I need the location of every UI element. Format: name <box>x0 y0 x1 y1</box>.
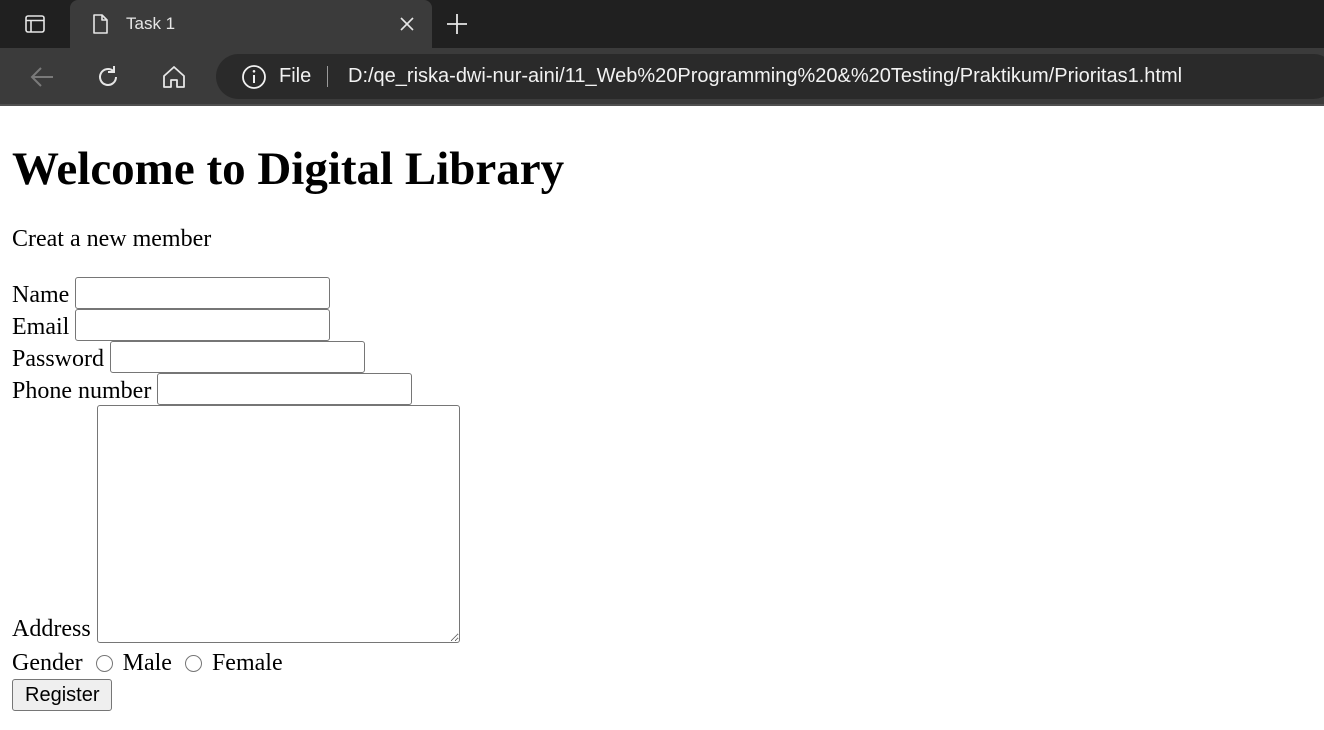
name-input[interactable] <box>75 277 331 309</box>
browser-toolbar: File D:/qe_riska-dwi-nur-aini/11_Web%20P… <box>0 48 1324 105</box>
name-row: Name <box>12 277 331 309</box>
tab-actions-button[interactable] <box>0 0 70 48</box>
intro-text: Creat a new member <box>12 226 212 252</box>
refresh-button[interactable] <box>93 62 123 92</box>
home-button[interactable] <box>159 62 189 92</box>
phone-input[interactable] <box>157 373 413 405</box>
address-row: Address <box>12 405 460 643</box>
email-row: Email <box>12 309 331 341</box>
gender-male-label: Male <box>122 650 172 676</box>
email-label: Email <box>12 314 70 340</box>
address-divider <box>327 66 328 87</box>
url-text[interactable]: D:/qe_riska-dwi-nur-aini/11_Web%20Progra… <box>348 54 1182 99</box>
address-label: Address <box>12 616 91 642</box>
gender-female-label: Female <box>211 650 283 676</box>
tab-strip: Task 1 <box>0 0 1324 48</box>
refresh-icon <box>99 66 117 86</box>
address-textarea[interactable] <box>96 405 460 643</box>
back-button[interactable] <box>27 62 57 92</box>
home-icon <box>163 66 185 88</box>
tab-title: Task 1 <box>126 14 176 33</box>
info-icon[interactable] <box>240 63 268 91</box>
phone-label: Phone number <box>12 378 152 404</box>
password-label: Password <box>12 346 105 372</box>
page-title: Welcome to Digital Library <box>12 143 565 195</box>
email-input[interactable] <box>75 309 331 341</box>
gender-label: Gender <box>12 650 83 676</box>
gender-female-radio[interactable] <box>184 655 202 672</box>
gender-row: Gender Male Female <box>12 649 283 677</box>
gender-male-radio[interactable] <box>95 655 113 672</box>
scheme-label: File <box>279 65 312 87</box>
name-label: Name <box>12 282 70 308</box>
page-icon <box>93 14 108 34</box>
phone-row: Phone number <box>12 373 413 405</box>
tab-actions-icon <box>25 15 45 33</box>
close-icon[interactable] <box>396 13 418 35</box>
password-row: Password <box>12 341 366 373</box>
address-bar[interactable]: File D:/qe_riska-dwi-nur-aini/11_Web%20P… <box>216 54 1324 99</box>
register-button[interactable]: Register <box>12 679 113 711</box>
plus-icon[interactable] <box>444 11 470 37</box>
password-input[interactable] <box>110 341 366 373</box>
page-content: Welcome to Digital Library Creat a new m… <box>0 106 1324 730</box>
tab-task-1[interactable]: Task 1 <box>70 0 432 48</box>
back-arrow-icon <box>30 67 53 87</box>
